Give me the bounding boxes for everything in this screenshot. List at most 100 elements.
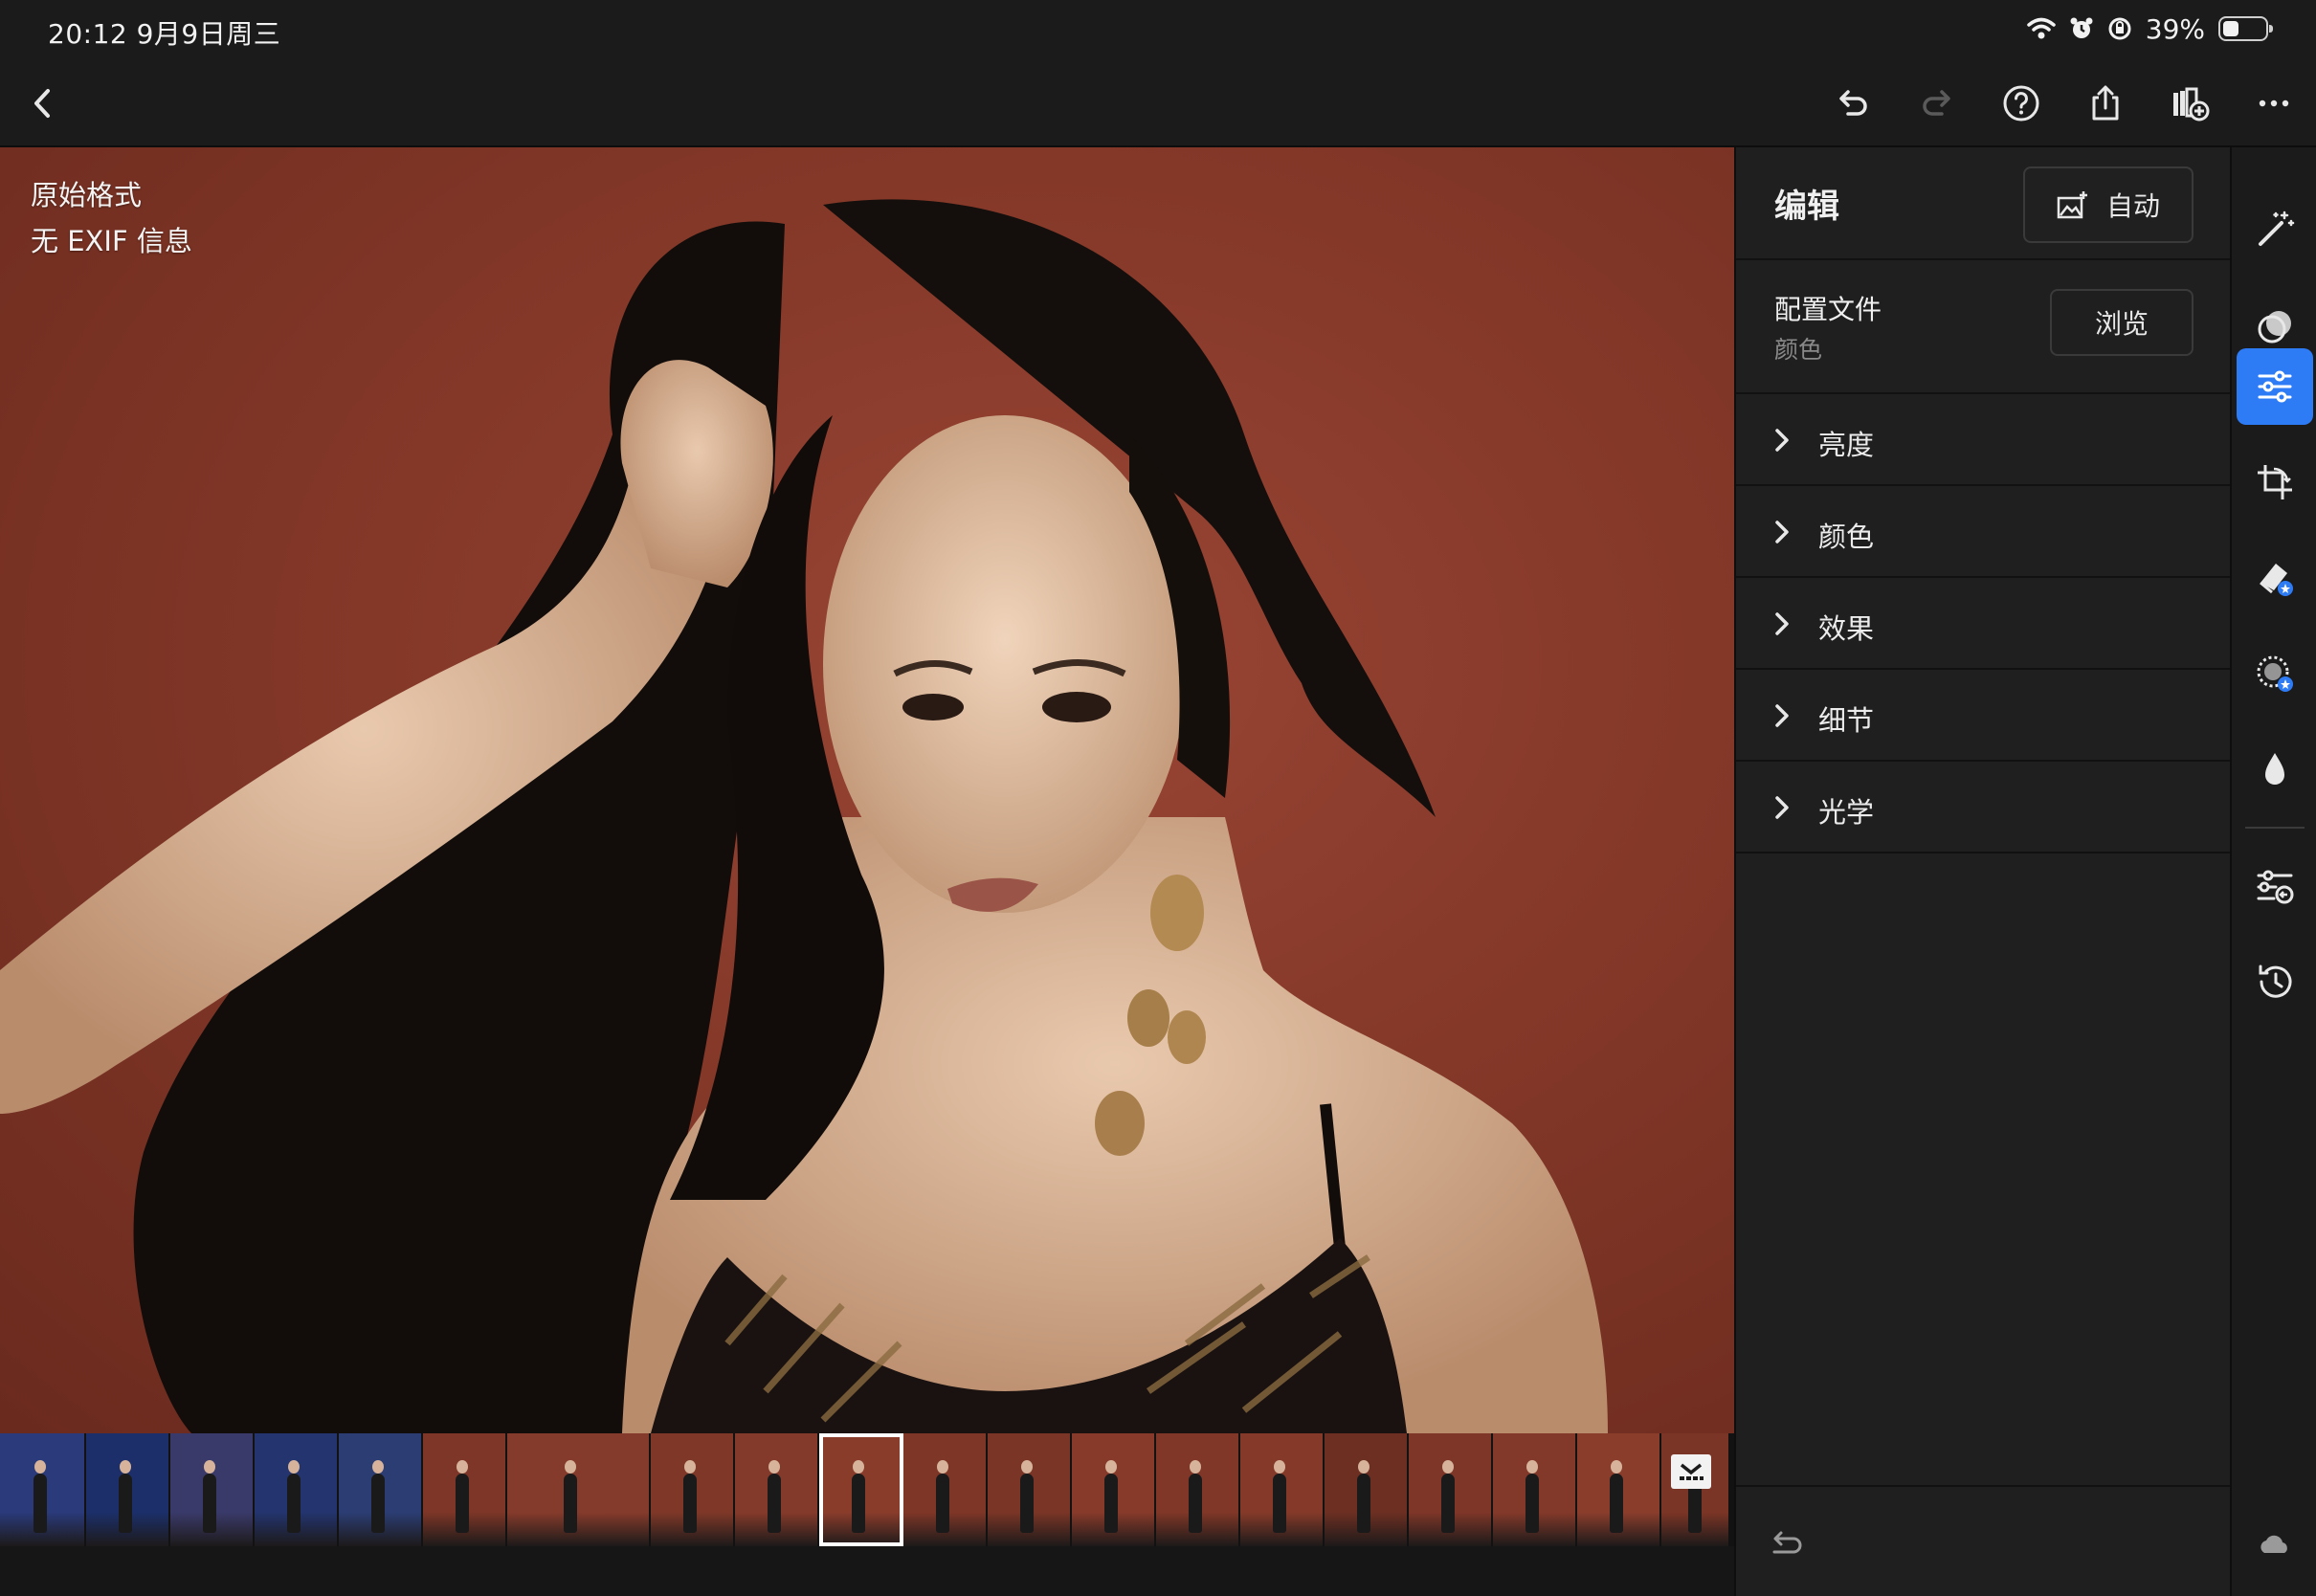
auto-button[interactable]: 自动 <box>2023 166 2194 243</box>
alarm-icon <box>2070 17 2093 38</box>
thumb-figure-head <box>1442 1460 1455 1474</box>
panel-title: 编辑 <box>1774 188 1839 226</box>
thumb-figure <box>456 1474 470 1533</box>
section-label: 颜色 <box>1818 521 1875 553</box>
redo-button[interactable] <box>1906 73 1968 134</box>
thumb-figure <box>683 1474 698 1533</box>
battery-percent: 39% <box>2145 12 2205 45</box>
filmstrip-thumb[interactable] <box>507 1433 651 1546</box>
undo-icon <box>1839 90 1867 116</box>
filmstrip-thumb[interactable] <box>903 1433 988 1546</box>
thumb-figure <box>936 1474 950 1533</box>
thumb-figure <box>287 1474 301 1533</box>
filmstrip-thumb[interactable] <box>339 1433 423 1546</box>
filmstrip-thumb[interactable] <box>0 1433 86 1546</box>
filmstrip-thumb[interactable] <box>255 1433 339 1546</box>
cloud-status-button[interactable] <box>2237 1508 2313 1585</box>
wifi-icon <box>2027 17 2056 39</box>
add-to-album-icon <box>2173 87 2210 122</box>
chevron-left-icon <box>34 89 50 118</box>
thumb-figure <box>1104 1474 1119 1533</box>
section-color[interactable]: 颜色 <box>1736 486 2232 578</box>
thumb-figure <box>852 1474 866 1533</box>
more-icon <box>2259 100 2289 107</box>
thumb-figure <box>1441 1474 1456 1533</box>
filmstrip-thumb[interactable] <box>423 1433 507 1546</box>
section-label: 光学 <box>1818 796 1875 829</box>
crop-icon <box>2258 465 2292 499</box>
share-icon <box>2092 85 2119 121</box>
thumb-figure-head <box>1358 1460 1370 1474</box>
edit-panel-header: 编辑 自动 <box>1736 147 2232 260</box>
chevron-right-icon <box>1775 429 1789 452</box>
filmstrip-thumb[interactable] <box>988 1433 1072 1546</box>
back-button[interactable] <box>11 73 73 134</box>
browse-profiles-button[interactable]: 浏览 <box>2050 289 2194 356</box>
thumb-figure <box>1610 1474 1624 1533</box>
rail-divider <box>2245 827 2305 829</box>
history-tool-button[interactable] <box>2237 943 2313 1020</box>
magic-wand-icon <box>2259 211 2295 246</box>
top-toolbar <box>0 59 2316 147</box>
filmstrip-thumb[interactable] <box>1409 1433 1493 1546</box>
thumb-figure-head <box>1190 1460 1202 1474</box>
filmstrip[interactable] <box>0 1433 1734 1546</box>
filmstrip-thumb[interactable] <box>1072 1433 1156 1546</box>
battery-level <box>2223 21 2238 36</box>
profile-value: 颜色 <box>1774 336 1823 364</box>
undo-button[interactable] <box>1822 73 1883 134</box>
thumb-figure-head <box>937 1460 949 1474</box>
chevron-right-icon <box>1775 796 1789 819</box>
auto-tool-button[interactable] <box>2237 191 2313 268</box>
reset-icon[interactable] <box>1765 1521 1807 1563</box>
filmstrip-thumb[interactable] <box>1577 1433 1661 1546</box>
filmstrip-thumb[interactable] <box>735 1433 819 1546</box>
filmstrip-thumb[interactable] <box>1493 1433 1577 1546</box>
help-button[interactable] <box>1991 73 2052 134</box>
blur-icon <box>2265 753 2284 785</box>
thumb-figure-head <box>1611 1460 1623 1474</box>
filmstrip-thumb[interactable] <box>170 1433 255 1546</box>
filmstrip-thumb[interactable] <box>651 1433 735 1546</box>
filmstrip-thumb[interactable] <box>1661 1433 1730 1546</box>
thumb-figure-head <box>1526 1460 1539 1474</box>
presets-icon <box>2258 311 2291 344</box>
status-time-date: 20:12 9月9日周三 <box>48 18 281 50</box>
filmstrip-thumb[interactable] <box>1240 1433 1325 1546</box>
blur-tool-button[interactable] <box>2237 731 2313 808</box>
filmstrip-thumb[interactable] <box>1325 1433 1409 1546</box>
photo-format-label: 原始格式 <box>31 179 143 211</box>
add-to-album-button[interactable] <box>2159 73 2220 134</box>
filmstrip-options-icon <box>1680 1463 1704 1480</box>
thumb-figure-head <box>204 1460 216 1474</box>
auto-enhance-icon <box>2057 191 2087 219</box>
photo-canvas[interactable]: 原始格式 无 EXIF 信息 <box>0 147 1734 1433</box>
thumb-figure <box>1525 1474 1540 1533</box>
edit-panel: 编辑 自动 配置文件 颜色 浏览 亮度 颜色 效果 细节 光学 <box>1734 147 2232 1596</box>
masking-tool-button[interactable] <box>2237 635 2313 712</box>
section-label: 亮度 <box>1818 429 1875 461</box>
filmstrip-thumb[interactable] <box>86 1433 170 1546</box>
thumb-figure-head <box>1021 1460 1034 1474</box>
edit-sections: 亮度 颜色 效果 细节 光学 <box>1736 394 2232 853</box>
crop-tool-button[interactable] <box>2237 444 2313 521</box>
healing-tool-button[interactable] <box>2237 540 2313 616</box>
portrait-image <box>0 199 1608 1433</box>
chevron-right-icon <box>1775 704 1789 727</box>
versions-tool-button[interactable] <box>2237 848 2313 924</box>
section-detail[interactable]: 细节 <box>1736 670 2232 762</box>
section-effects[interactable]: 效果 <box>1736 578 2232 670</box>
section-light[interactable]: 亮度 <box>1736 394 2232 486</box>
edit-tool-button[interactable] <box>2237 348 2313 425</box>
filmstrip-thumb[interactable] <box>1156 1433 1240 1546</box>
battery-icon <box>2218 16 2273 41</box>
more-button[interactable] <box>2243 73 2305 134</box>
filmstrip-thumb-selected[interactable] <box>819 1433 903 1546</box>
filmstrip-options-button[interactable] <box>1671 1454 1711 1489</box>
section-optics[interactable]: 光学 <box>1736 762 2232 853</box>
help-icon <box>2003 85 2039 122</box>
photo-exif-label: 无 EXIF 信息 <box>31 225 192 257</box>
thumb-figure-head <box>457 1460 469 1474</box>
versions-icon <box>2257 870 2294 904</box>
share-button[interactable] <box>2075 73 2136 134</box>
